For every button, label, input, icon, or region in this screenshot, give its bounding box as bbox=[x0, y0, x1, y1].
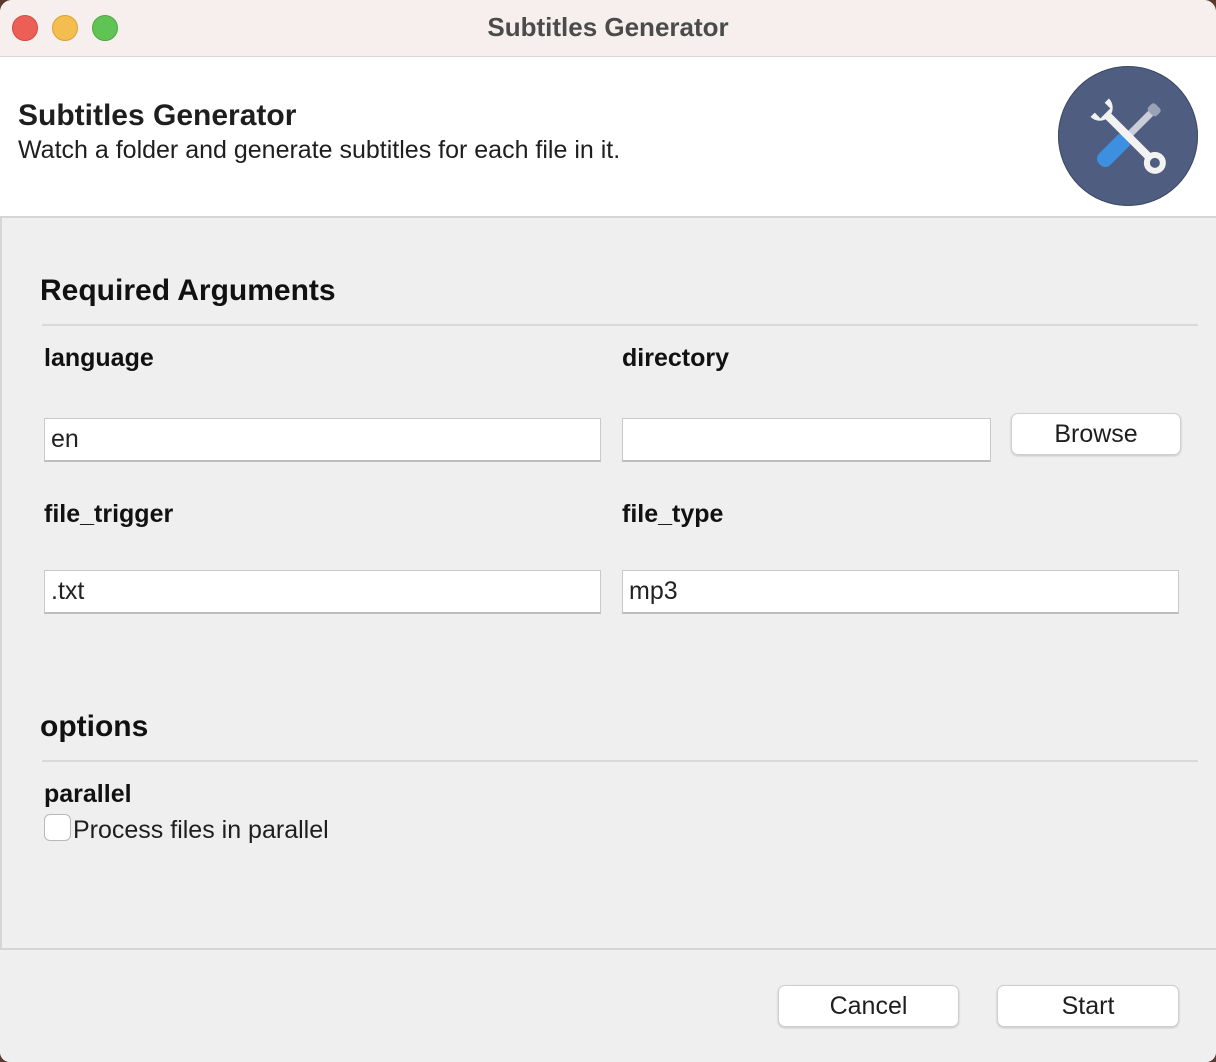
file-type-label: file_type bbox=[622, 500, 724, 528]
directory-label: directory bbox=[622, 344, 729, 372]
app-window: Subtitles Generator Subtitles Generator … bbox=[0, 0, 1216, 1062]
file-type-input[interactable] bbox=[622, 570, 1179, 614]
options-divider bbox=[42, 760, 1198, 762]
window-title: Subtitles Generator bbox=[487, 12, 729, 42]
title-bar: Subtitles Generator bbox=[0, 0, 1216, 57]
arguments-panel: Required Arguments language directory Br… bbox=[0, 218, 1216, 950]
file-trigger-input[interactable] bbox=[44, 570, 601, 614]
parallel-label: parallel bbox=[44, 780, 132, 808]
header-subtitle: Watch a folder and generate subtitles fo… bbox=[18, 136, 621, 164]
cancel-button[interactable]: Cancel bbox=[778, 985, 959, 1027]
file-trigger-label: file_trigger bbox=[44, 500, 174, 528]
tools-icon bbox=[1058, 66, 1198, 206]
language-input[interactable] bbox=[44, 418, 601, 462]
language-label: language bbox=[44, 344, 154, 372]
directory-input[interactable] bbox=[622, 418, 991, 462]
header-panel: Subtitles Generator Watch a folder and g… bbox=[0, 57, 1216, 218]
browse-button[interactable]: Browse bbox=[1011, 413, 1181, 455]
start-button[interactable]: Start bbox=[997, 985, 1179, 1027]
required-section-title: Required Arguments bbox=[40, 274, 336, 307]
parallel-checkbox[interactable] bbox=[44, 814, 71, 841]
required-divider bbox=[42, 324, 1198, 326]
parallel-checkbox-label[interactable]: Process files in parallel bbox=[73, 816, 329, 845]
options-section-title: options bbox=[40, 710, 149, 743]
footer-bar: Cancel Start bbox=[0, 952, 1216, 1062]
header-title: Subtitles Generator bbox=[18, 99, 297, 132]
